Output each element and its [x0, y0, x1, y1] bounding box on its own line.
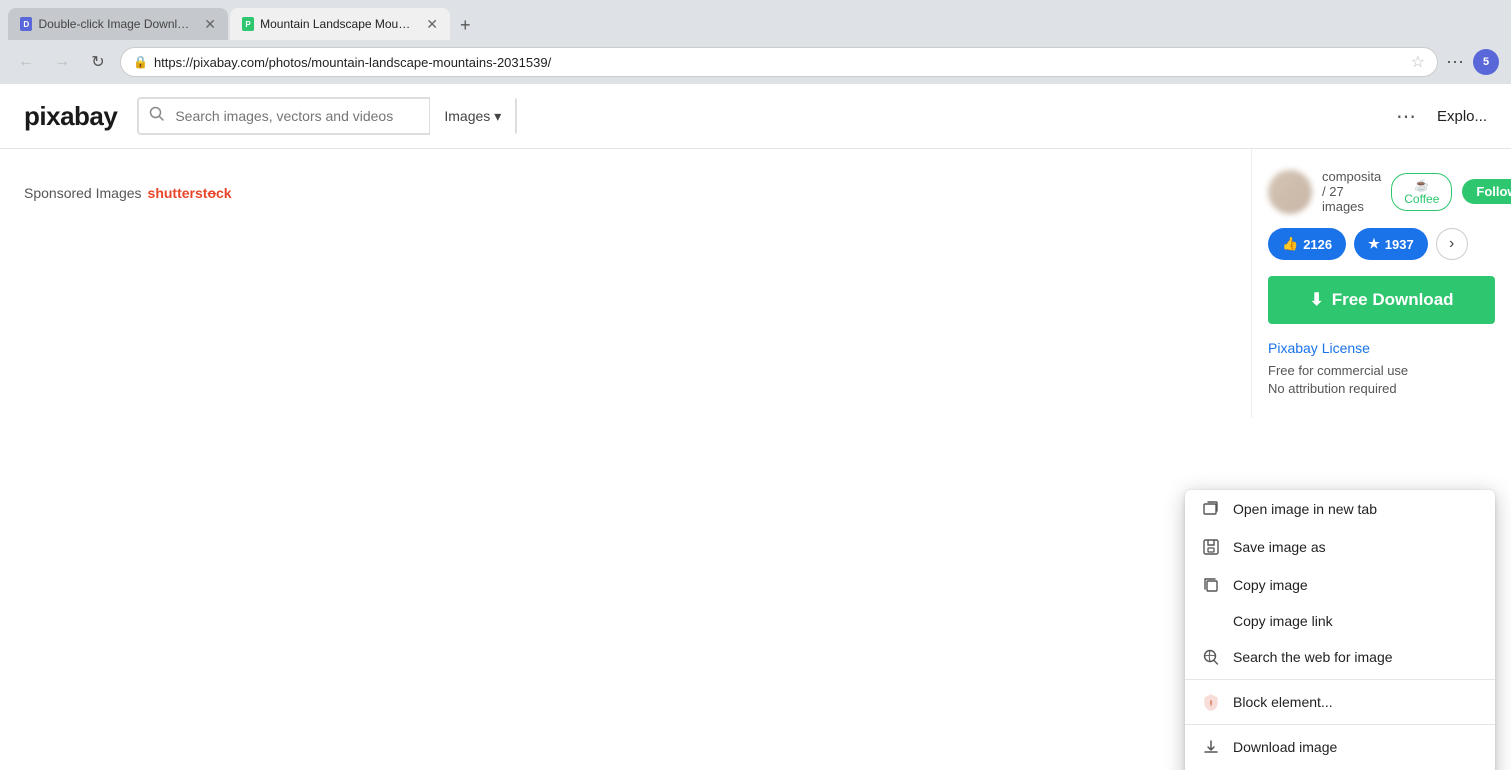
url-text: https://pixabay.com/photos/mountain-land…: [154, 55, 1405, 70]
copy-image-label: Copy image: [1233, 577, 1479, 593]
avatar: [1268, 170, 1312, 214]
site-logo[interactable]: pixabay: [24, 101, 117, 132]
tab-1-favicon: D: [20, 17, 32, 31]
lock-icon: 🔒: [133, 55, 148, 69]
search-icon: [139, 106, 175, 127]
context-copy-image[interactable]: Copy image: [1185, 566, 1495, 604]
license-desc2: No attribution required: [1268, 380, 1495, 398]
context-block-element[interactable]: ! Block element...: [1185, 683, 1495, 721]
address-bar-row: ← → ↻ 🔒 https://pixabay.com/photos/mount…: [0, 40, 1511, 84]
context-copy-image-link[interactable]: Copy image link: [1185, 604, 1495, 638]
tab-bar: D Double-click Image Downloade... ✕ P Mo…: [0, 0, 1511, 40]
save-image-as-label: Save image as: [1233, 539, 1479, 555]
bookmark-button[interactable]: ☆: [1411, 52, 1425, 72]
license-desc1: Free for commercial use: [1268, 362, 1495, 380]
tab-2[interactable]: P Mountain Landscape Mountains... ✕: [230, 8, 450, 40]
tab-2-favicon: P: [242, 17, 254, 31]
context-open-new-tab[interactable]: Open image in new tab: [1185, 490, 1495, 528]
like-count: 2126: [1303, 237, 1332, 252]
tab-1-title: Double-click Image Downloade...: [38, 17, 194, 31]
context-search-web[interactable]: Search the web for image: [1185, 638, 1495, 676]
artist-name: composita / 27 images: [1322, 169, 1381, 214]
artist-row: composita / 27 images ☕ Coffee Follow: [1268, 169, 1495, 214]
download-label: Free Download: [1332, 290, 1454, 310]
block-element-label: Block element...: [1233, 694, 1479, 710]
sponsored-label: Sponsored Images: [24, 185, 142, 201]
coffee-button[interactable]: ☕ Coffee: [1391, 173, 1452, 211]
download-image-label: Download image: [1233, 739, 1479, 755]
context-save-image-as[interactable]: Save image as: [1185, 528, 1495, 566]
save-as-icon: [1201, 537, 1221, 557]
browser-more-button[interactable]: ⋯: [1446, 52, 1465, 73]
license-link[interactable]: Pixabay License: [1268, 340, 1495, 356]
search-input[interactable]: [175, 108, 429, 124]
open-new-tab-label: Open image in new tab: [1233, 501, 1479, 517]
download-icon: ⬇: [1309, 290, 1323, 310]
star-icon: ★: [1368, 236, 1380, 252]
shield-icon: !: [1201, 692, 1221, 712]
like-button[interactable]: 👍 2126: [1268, 228, 1346, 260]
context-divider-1: [1185, 679, 1495, 680]
shutterstock-brand[interactable]: shutterstock: [148, 185, 232, 201]
image-section: 🏔 Mountain Landscape · Mountains · Lands…: [0, 149, 1251, 418]
tab-1-close[interactable]: ✕: [204, 16, 216, 33]
context-menu: Open image in new tab Save image as Copy…: [1185, 490, 1495, 770]
explore-link[interactable]: Explo...: [1437, 108, 1487, 125]
back-button[interactable]: ←: [12, 48, 40, 76]
open-tab-icon: [1201, 499, 1221, 519]
more-actions-button[interactable]: ›: [1436, 228, 1468, 260]
tab-2-title: Mountain Landscape Mountains...: [260, 17, 416, 31]
search-web-label: Search the web for image: [1233, 649, 1479, 665]
artist-info: composita / 27 images: [1322, 169, 1381, 214]
download-button[interactable]: ⬇ Free Download: [1268, 276, 1495, 324]
context-download-image[interactable]: Download image: [1185, 728, 1495, 766]
site-header: pixabay Images ▾ ⋯ Explo...: [0, 84, 1511, 149]
forward-button[interactable]: →: [48, 48, 76, 76]
svg-text:!: !: [1210, 701, 1212, 708]
refresh-button[interactable]: ↻: [84, 48, 112, 76]
like-icon: 👍: [1282, 236, 1298, 252]
right-sidebar: composita / 27 images ☕ Coffee Follow 👍 …: [1251, 149, 1511, 418]
tab-2-close[interactable]: ✕: [426, 16, 438, 33]
favorite-button[interactable]: ★ 1937: [1354, 228, 1428, 260]
address-bar[interactable]: 🔒 https://pixabay.com/photos/mountain-la…: [120, 47, 1438, 77]
header-more-button[interactable]: ⋯: [1396, 104, 1417, 129]
context-inspect[interactable]: Inspect Ctrl+Shift+I: [1185, 766, 1495, 770]
sponsored-bar: Sponsored Images shutterstock: [24, 185, 1227, 201]
context-divider-2: [1185, 724, 1495, 725]
copy-icon: [1201, 575, 1221, 595]
search-web-icon: [1201, 647, 1221, 667]
page-body: 🏔 Mountain Landscape · Mountains · Lands…: [0, 149, 1511, 418]
follow-button[interactable]: Follow: [1462, 179, 1511, 204]
download-image-icon: [1201, 737, 1221, 757]
tab-1[interactable]: D Double-click Image Downloade... ✕: [8, 8, 228, 40]
new-tab-button[interactable]: +: [452, 11, 479, 40]
action-row: 👍 2126 ★ 1937 ›: [1268, 228, 1495, 260]
extension-button[interactable]: 5: [1473, 49, 1499, 75]
search-type-button[interactable]: Images ▾: [429, 97, 515, 135]
copy-image-link-label: Copy image link: [1233, 613, 1479, 629]
search-bar: Images ▾: [137, 97, 517, 135]
fav-count: 1937: [1385, 237, 1414, 252]
